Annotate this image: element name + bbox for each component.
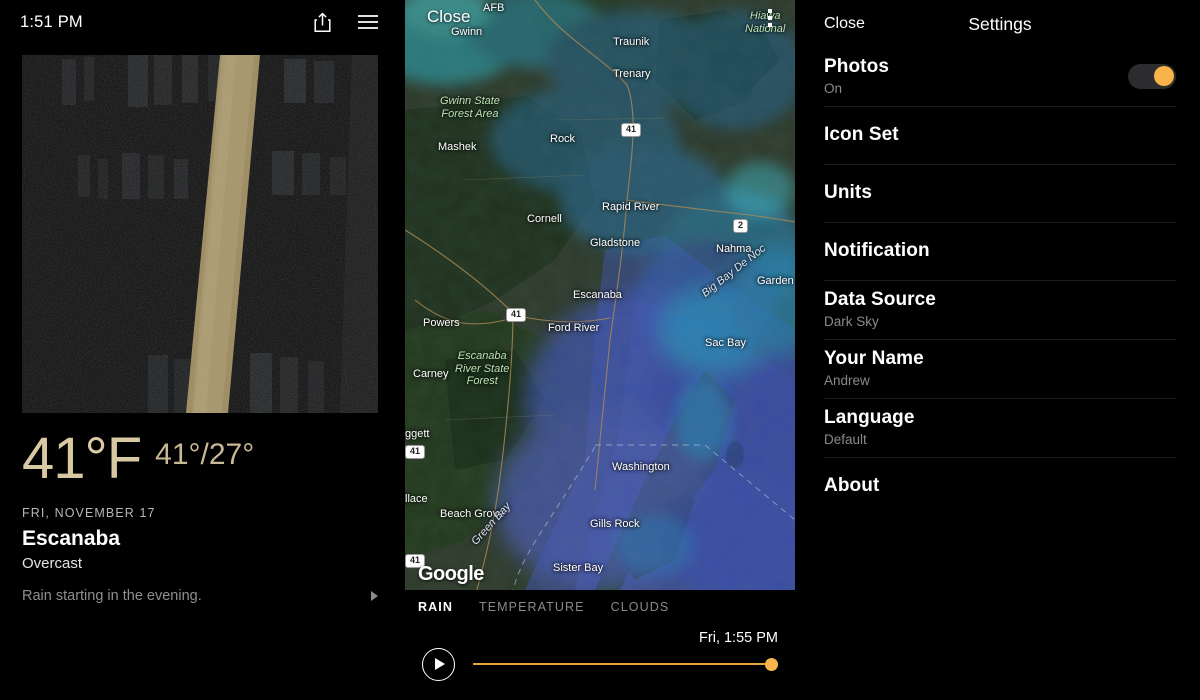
settings-row-value: Default: [824, 432, 867, 447]
settings-row-about[interactable]: About: [824, 458, 1176, 516]
more-vertical-icon[interactable]: [765, 6, 775, 30]
settings-row-label: Units: [824, 181, 872, 203]
settings-close-button[interactable]: Close: [824, 15, 865, 33]
weather-condition: Overcast: [22, 555, 83, 572]
play-triangle: [435, 658, 445, 670]
play-circle-icon[interactable]: [422, 647, 455, 681]
settings-row-value: On: [824, 81, 843, 96]
timeline-knob[interactable]: [765, 657, 778, 671]
temperature-high: 41°: [155, 438, 201, 471]
temperature-range: 41°/27°: [155, 440, 254, 470]
map-route-shield: 41: [621, 123, 642, 137]
settings-row-text: Your Name Andrew: [824, 348, 924, 388]
weather-date: FRI, NOVEMBER 17: [22, 506, 156, 520]
chevron-right-icon: [371, 591, 378, 601]
timeline-time-label: Fri, 1:55 PM: [699, 630, 778, 646]
settings-list: Photos On Icon Set Units Notification Data So…: [800, 48, 1200, 516]
map-layer-tabs: RAIN TEMPERATURE CLOUDS: [400, 600, 800, 614]
share-icon[interactable]: [310, 10, 334, 34]
settings-row-label: About: [824, 475, 880, 496]
settings-header: Close Settings: [800, 0, 1200, 48]
timeline-track: [473, 663, 778, 665]
google-attribution: Google: [418, 563, 484, 585]
weather-photo: [22, 55, 378, 413]
weather-city: Escanaba: [22, 527, 121, 550]
settings-row-label: Photos: [824, 56, 889, 77]
settings-row-language[interactable]: Language Default: [824, 399, 1176, 458]
settings-row-label: Language: [824, 407, 915, 428]
settings-row-value: Andrew: [824, 373, 870, 388]
settings-row-text: Units: [824, 182, 872, 204]
settings-row-text: Icon Set: [824, 124, 899, 146]
map-canvas: [405, 0, 795, 590]
current-temperature: 41°F: [22, 426, 142, 491]
photo-canvas: [22, 55, 378, 413]
settings-row-icon-set[interactable]: Icon Set: [824, 107, 1176, 165]
settings-row-value: Dark Sky: [824, 314, 879, 329]
settings-row-units[interactable]: Units: [824, 165, 1176, 223]
settings-row-photos[interactable]: Photos On: [824, 48, 1176, 107]
weather-panel: 1:51 PM 41°F 41°/27° FRI, NOVEMBER 17 Es…: [0, 0, 400, 700]
settings-row-text: Notification: [824, 240, 930, 262]
settings-row-label: Your Name: [824, 348, 924, 369]
settings-row-label: Icon Set: [824, 123, 899, 145]
map-route-shield: 41: [405, 445, 426, 459]
hamburger-menu-icon[interactable]: [356, 10, 380, 34]
settings-row-data-source[interactable]: Data Source Dark Sky: [824, 281, 1176, 340]
settings-row-text: Photos On: [824, 56, 889, 96]
settings-row-label: Notification: [824, 239, 930, 261]
settings-row-notification[interactable]: Notification: [824, 223, 1176, 281]
weather-summary-row[interactable]: Rain starting in the evening.: [22, 588, 378, 604]
settings-row-label: Data Source: [824, 289, 936, 310]
weather-status-bar: 1:51 PM: [0, 0, 400, 44]
map-tab-temperature[interactable]: TEMPERATURE: [479, 600, 585, 614]
settings-panel: Close Settings Photos On Icon Set Units Noti…: [800, 0, 1200, 700]
temperature-low: 27°: [208, 438, 255, 471]
map-route-shield: 41: [506, 308, 527, 322]
map-panel: Close AFB Gwinn Traunik Trenary Rock Mashek Co…: [400, 0, 800, 700]
map-tab-clouds[interactable]: CLOUDS: [611, 600, 670, 614]
map-close-button[interactable]: Close: [427, 7, 470, 27]
weather-toolbar: [310, 10, 380, 34]
settings-row-your-name[interactable]: Your Name Andrew: [824, 340, 1176, 399]
photos-toggle[interactable]: [1128, 63, 1176, 89]
settings-row-text: Language Default: [824, 407, 915, 447]
timeline-slider[interactable]: Fri, 1:55 PM: [473, 630, 778, 684]
weather-summary-text: Rain starting in the evening.: [22, 588, 202, 604]
map-tab-rain[interactable]: RAIN: [418, 600, 453, 614]
settings-row-text: Data Source Dark Sky: [824, 289, 936, 329]
clock-time: 1:51 PM: [20, 12, 83, 31]
radar-map[interactable]: Close AFB Gwinn Traunik Trenary Rock Mashek Co…: [405, 0, 795, 590]
map-timeline-player: Fri, 1:55 PM: [400, 630, 800, 692]
map-route-shield: 2: [733, 219, 749, 233]
temperature-separator: /: [200, 438, 209, 471]
app-screen: 1:51 PM 41°F 41°/27° FRI, NOVEMBER 17 Es…: [0, 0, 1200, 700]
toggle-knob: [1153, 66, 1174, 86]
temperature-block: 41°F 41°/27°: [22, 430, 254, 488]
settings-row-text: About: [824, 475, 879, 497]
